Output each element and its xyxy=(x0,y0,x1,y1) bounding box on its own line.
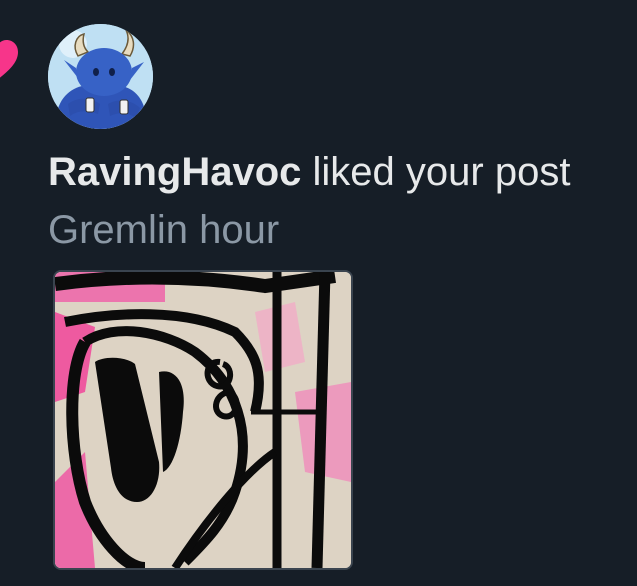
action-text: liked your post xyxy=(301,150,571,194)
notification-text: RavingHavoc liked your post xyxy=(48,148,570,196)
notification-item[interactable]: RavingHavoc liked your post Gremlin hour xyxy=(0,0,637,586)
avatar[interactable] xyxy=(48,24,153,129)
post-image[interactable] xyxy=(53,270,353,570)
username-link[interactable]: RavingHavoc xyxy=(48,150,301,194)
post-text[interactable]: Gremlin hour xyxy=(48,206,279,254)
heart-icon xyxy=(0,38,20,84)
